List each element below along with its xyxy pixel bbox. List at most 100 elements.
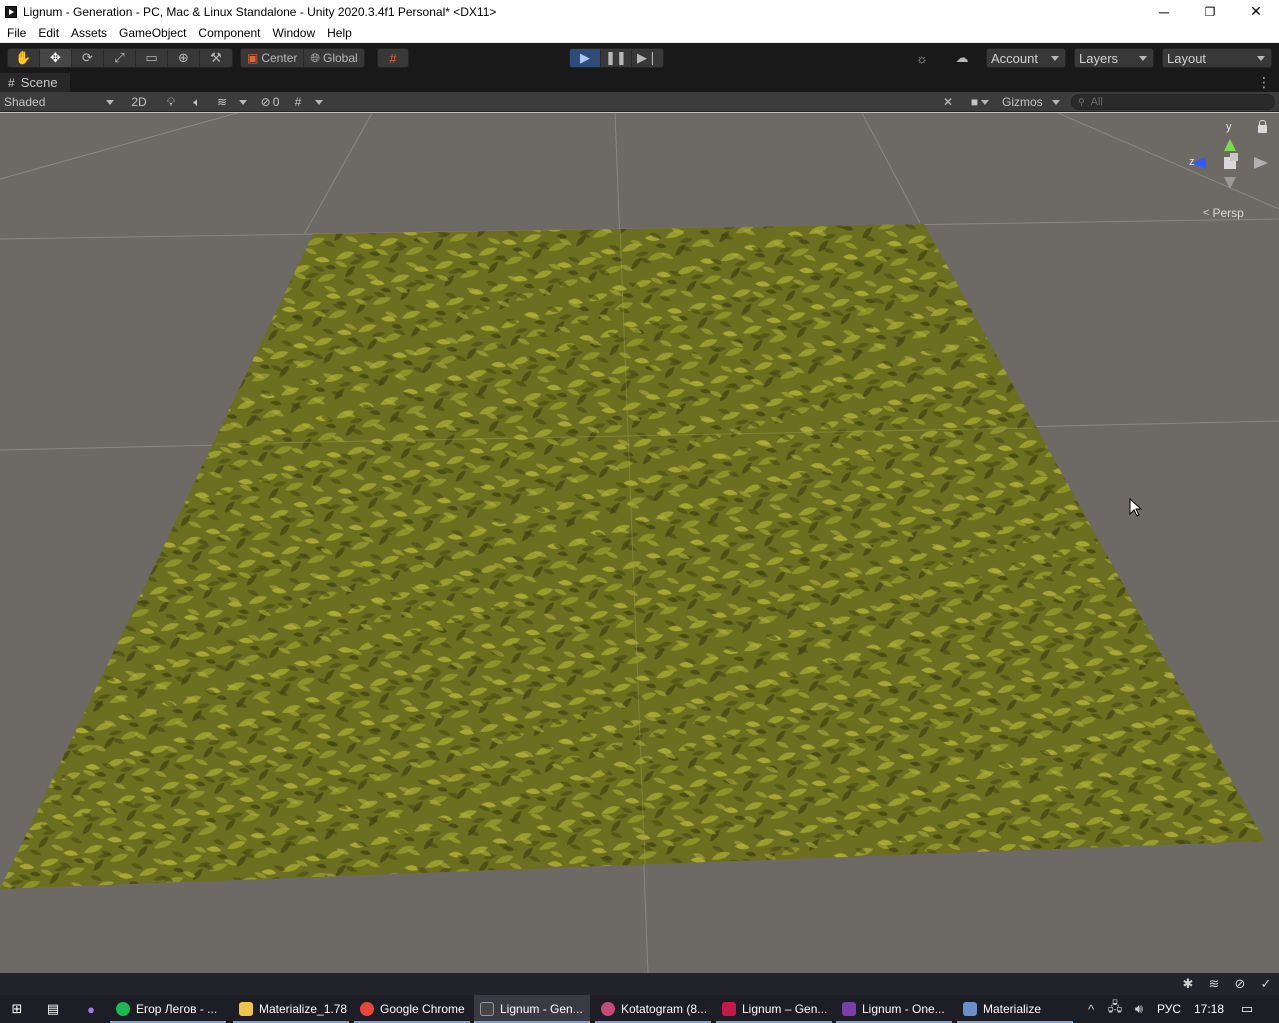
bug-icon[interactable]: ✱	[1180, 976, 1196, 992]
pivot-rotation-button[interactable]: 🌐︎ Global	[304, 49, 363, 67]
main-toolbar: ✋ ✥ ⟳ ⤢ ▭ ⊕ ⚒ ▣ Center 🌐︎ Global # ▶ ❚❚ …	[0, 43, 1279, 73]
pivot-mode-label: Center	[261, 51, 298, 65]
draw-mode-dropdown[interactable]: Shaded	[0, 93, 120, 111]
taskbar-app-kotatogram[interactable]: Kotatogram (8...	[595, 995, 711, 1023]
tab-scene[interactable]: # Scene	[0, 73, 70, 92]
taskbar-app-spotify[interactable]: Егор Легов - ...	[110, 995, 226, 1023]
rotate-tool-icon[interactable]: ⟳	[72, 49, 104, 67]
notifications-icon[interactable]: ▭	[1239, 1001, 1255, 1017]
effects-icon[interactable]: ≋	[212, 93, 232, 111]
taskbar-app-rider[interactable]: Lignum – Gen...	[716, 995, 832, 1023]
custom-tool-icon[interactable]: ⚒	[200, 49, 232, 67]
volume-icon[interactable]: 🔊︎	[1131, 1001, 1147, 1017]
audio-icon[interactable]: 🔈︎	[187, 93, 207, 111]
cloud-icon[interactable]: ☁	[948, 48, 976, 68]
collab-icon[interactable]: ☼	[908, 48, 936, 68]
app-launcher-icon[interactable]: ●	[83, 1001, 99, 1017]
taskbar: ⊞ ▤ ● Егор Легов - ... Materialize_1.78 …	[0, 995, 1279, 1023]
grid-dropdown-icon[interactable]	[312, 93, 326, 111]
clock[interactable]: 17:18	[1194, 1002, 1224, 1016]
menu-bar: File Edit Assets GameObject Component Wi…	[0, 23, 1279, 43]
pause-button[interactable]: ❚❚	[601, 49, 632, 67]
projection-toggle[interactable]: < Persp	[1203, 206, 1244, 220]
toggle-2d-button[interactable]: 2D	[127, 93, 151, 111]
taskbar-app-folder[interactable]: Materialize_1.78	[233, 995, 349, 1023]
hidden-objects-toggle[interactable]: ⊘ 0	[255, 93, 285, 111]
menu-edit[interactable]: Edit	[31, 26, 64, 40]
lock-icon[interactable]	[1258, 120, 1267, 133]
menu-assets[interactable]: Assets	[64, 26, 112, 40]
pivot-toggles: ▣ Center 🌐︎ Global	[240, 48, 365, 68]
taskbar-app-onenote[interactable]: Lignum - One...	[836, 995, 952, 1023]
scene-search-input[interactable]	[1090, 96, 1251, 108]
scale-tool-icon[interactable]: ⤢	[104, 49, 136, 67]
layers-dropdown[interactable]: Layers	[1074, 48, 1154, 68]
rect-tool-icon[interactable]: ▭	[136, 49, 168, 67]
menu-gameobject[interactable]: GameObject	[112, 26, 191, 40]
tools-icon[interactable]: ✕	[938, 93, 958, 111]
scene-search: ⚲	[1071, 94, 1275, 110]
layout-dropdown[interactable]: Layout	[1162, 48, 1272, 68]
spotify-icon	[116, 1002, 130, 1016]
taskbar-app-label: Kotatogram (8...	[621, 1002, 708, 1016]
taskbar-app-label: Lignum - One...	[862, 1002, 945, 1016]
close-button[interactable]: ✕	[1233, 0, 1279, 23]
globe-icon: 🌐︎	[310, 50, 320, 65]
hand-tool-icon[interactable]: ✋	[8, 49, 40, 67]
projection-label: Persp	[1212, 206, 1244, 220]
taskbar-app-label: Lignum - Gen...	[500, 1002, 583, 1016]
layout-label: Layout	[1167, 50, 1207, 66]
grid-snap-icon[interactable]: #	[378, 49, 408, 67]
effects-dropdown-icon[interactable]	[236, 93, 250, 111]
materialize-icon	[963, 1002, 977, 1016]
camera-dropdown[interactable]: ■	[964, 93, 996, 111]
step-button[interactable]: ▶❘	[632, 49, 663, 67]
chrome-icon	[360, 1002, 374, 1016]
menu-file[interactable]: File	[0, 26, 31, 40]
gizmos-dropdown[interactable]: Gizmos	[998, 93, 1064, 111]
taskbar-app-chrome[interactable]: Google Chrome	[354, 995, 470, 1023]
taskbar-app-materialize[interactable]: Materialize	[957, 995, 1073, 1023]
taskbar-app-unity[interactable]: Lignum - Gen...	[474, 995, 590, 1023]
search-icon: ⚲	[1078, 96, 1085, 107]
shield-icon[interactable]: ⊘	[1232, 976, 1248, 992]
menu-component[interactable]: Component	[191, 26, 265, 40]
pivot-center-icon: ▣	[247, 51, 259, 65]
language-indicator[interactable]: РУС	[1157, 1002, 1181, 1016]
move-tool-icon[interactable]: ✥	[40, 49, 72, 67]
menu-help[interactable]: Help	[320, 26, 357, 40]
tray-expand-icon[interactable]: ^	[1083, 1001, 1099, 1017]
mouse-cursor-icon	[1129, 498, 1143, 517]
window-titlebar: Lignum - Generation - PC, Mac & Linux St…	[0, 0, 1279, 23]
task-view-icon[interactable]: ▤	[45, 1001, 61, 1017]
play-button[interactable]: ▶	[570, 49, 601, 67]
scene-viewport[interactable]: y z < Persp	[0, 113, 1279, 973]
pivot-mode-button[interactable]: ▣ Center	[241, 49, 305, 67]
kotatogram-icon	[601, 1002, 615, 1016]
restore-button[interactable]: ❐	[1187, 0, 1233, 23]
window-title: Lignum - Generation - PC, Mac & Linux St…	[23, 4, 497, 19]
eye-slash-icon: ⊘	[260, 95, 271, 109]
scene-toolbar: Shaded 2D 💡︎ 🔈︎ ≋ ⊘ 0 # ✕ ■ Gizmos ⚲	[0, 92, 1279, 112]
gizmo-y-label: y	[1226, 121, 1232, 133]
snap-group: #	[377, 48, 409, 68]
grid-toggle-icon[interactable]: #	[289, 93, 307, 111]
menu-window[interactable]: Window	[265, 26, 320, 40]
scene-render	[0, 113, 1279, 973]
network-icon[interactable]: 🖧︎	[1107, 999, 1123, 1017]
transform-tool-icon[interactable]: ⊕	[168, 49, 200, 67]
scene-tab-bar: # Scene ⋮	[0, 73, 1279, 92]
account-dropdown[interactable]: Account	[986, 48, 1066, 68]
minimize-button[interactable]: ─	[1141, 0, 1187, 23]
taskbar-app-label: Lignum – Gen...	[742, 1002, 828, 1016]
windows-start-icon[interactable]: ⊞	[9, 1001, 25, 1017]
grid-icon: #	[8, 75, 15, 90]
play-controls: ▶ ❚❚ ▶❘	[569, 48, 664, 68]
check-icon[interactable]: ✓	[1258, 976, 1274, 992]
lighting-icon[interactable]: 💡︎	[161, 93, 181, 111]
gizmos-label: Gizmos	[1002, 95, 1043, 109]
layers-tray-icon[interactable]: ≋	[1206, 976, 1222, 992]
account-label: Account	[991, 50, 1038, 66]
tab-menu-icon[interactable]: ⋮	[1257, 74, 1271, 91]
rider-icon	[722, 1002, 736, 1016]
